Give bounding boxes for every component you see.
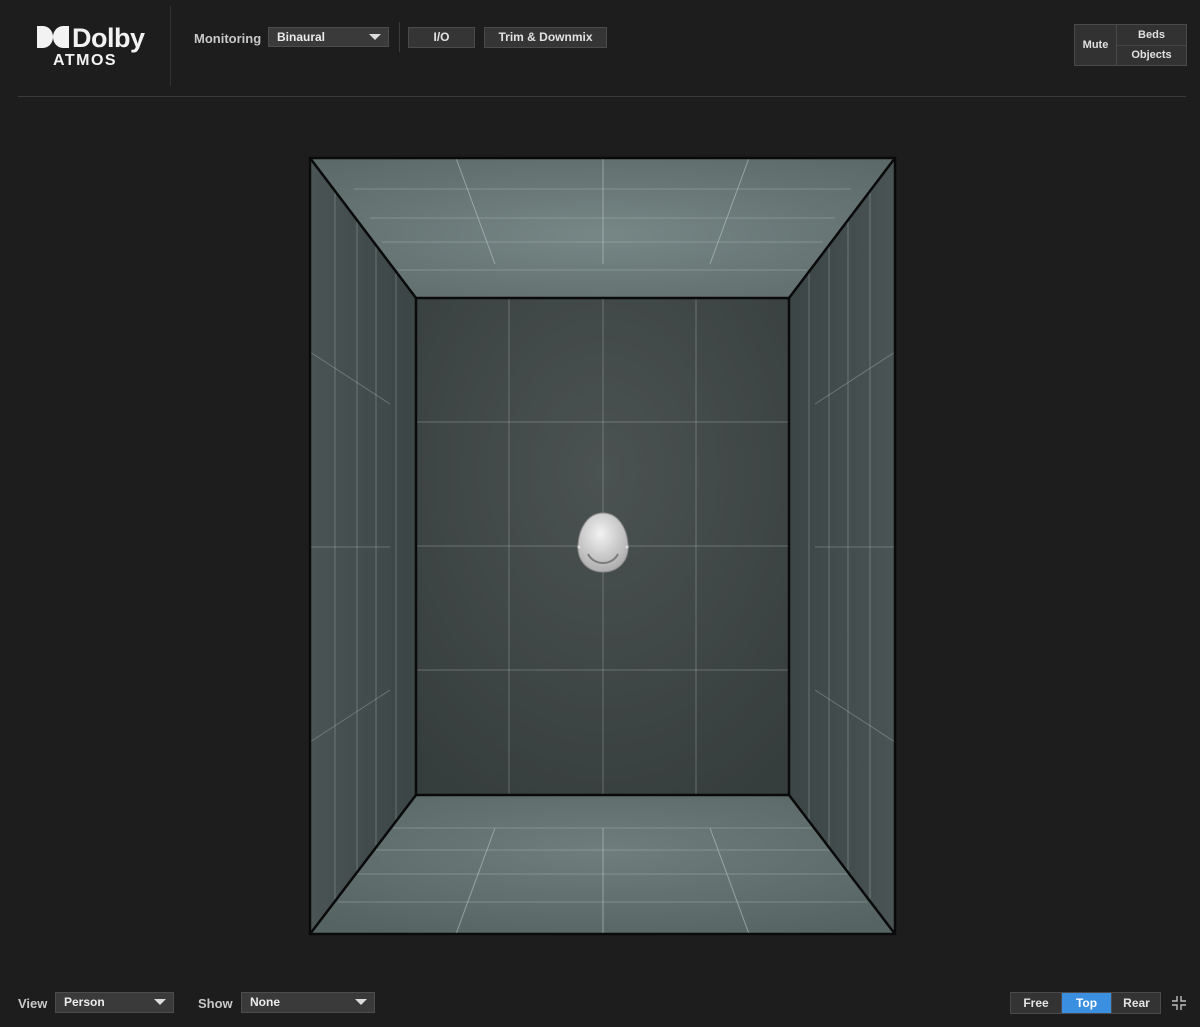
show-dropdown-value: None xyxy=(250,995,280,1009)
view-dropdown-value: Person xyxy=(64,995,105,1009)
view-label: View xyxy=(18,996,48,1011)
show-label: Show xyxy=(198,996,233,1011)
room-visualizer[interactable] xyxy=(0,0,1200,1027)
caret-down-icon xyxy=(355,999,367,1005)
camera-top-button[interactable]: Top xyxy=(1062,993,1111,1013)
collapse-arrows-icon[interactable] xyxy=(1170,994,1188,1012)
camera-rear-button[interactable]: Rear xyxy=(1111,993,1161,1013)
camera-free-button[interactable]: Free xyxy=(1011,993,1062,1013)
show-dropdown[interactable]: None xyxy=(241,992,375,1013)
view-dropdown[interactable]: Person xyxy=(55,992,174,1013)
caret-down-icon xyxy=(154,999,166,1005)
camera-view-selector: Free Top Rear xyxy=(1010,992,1161,1014)
